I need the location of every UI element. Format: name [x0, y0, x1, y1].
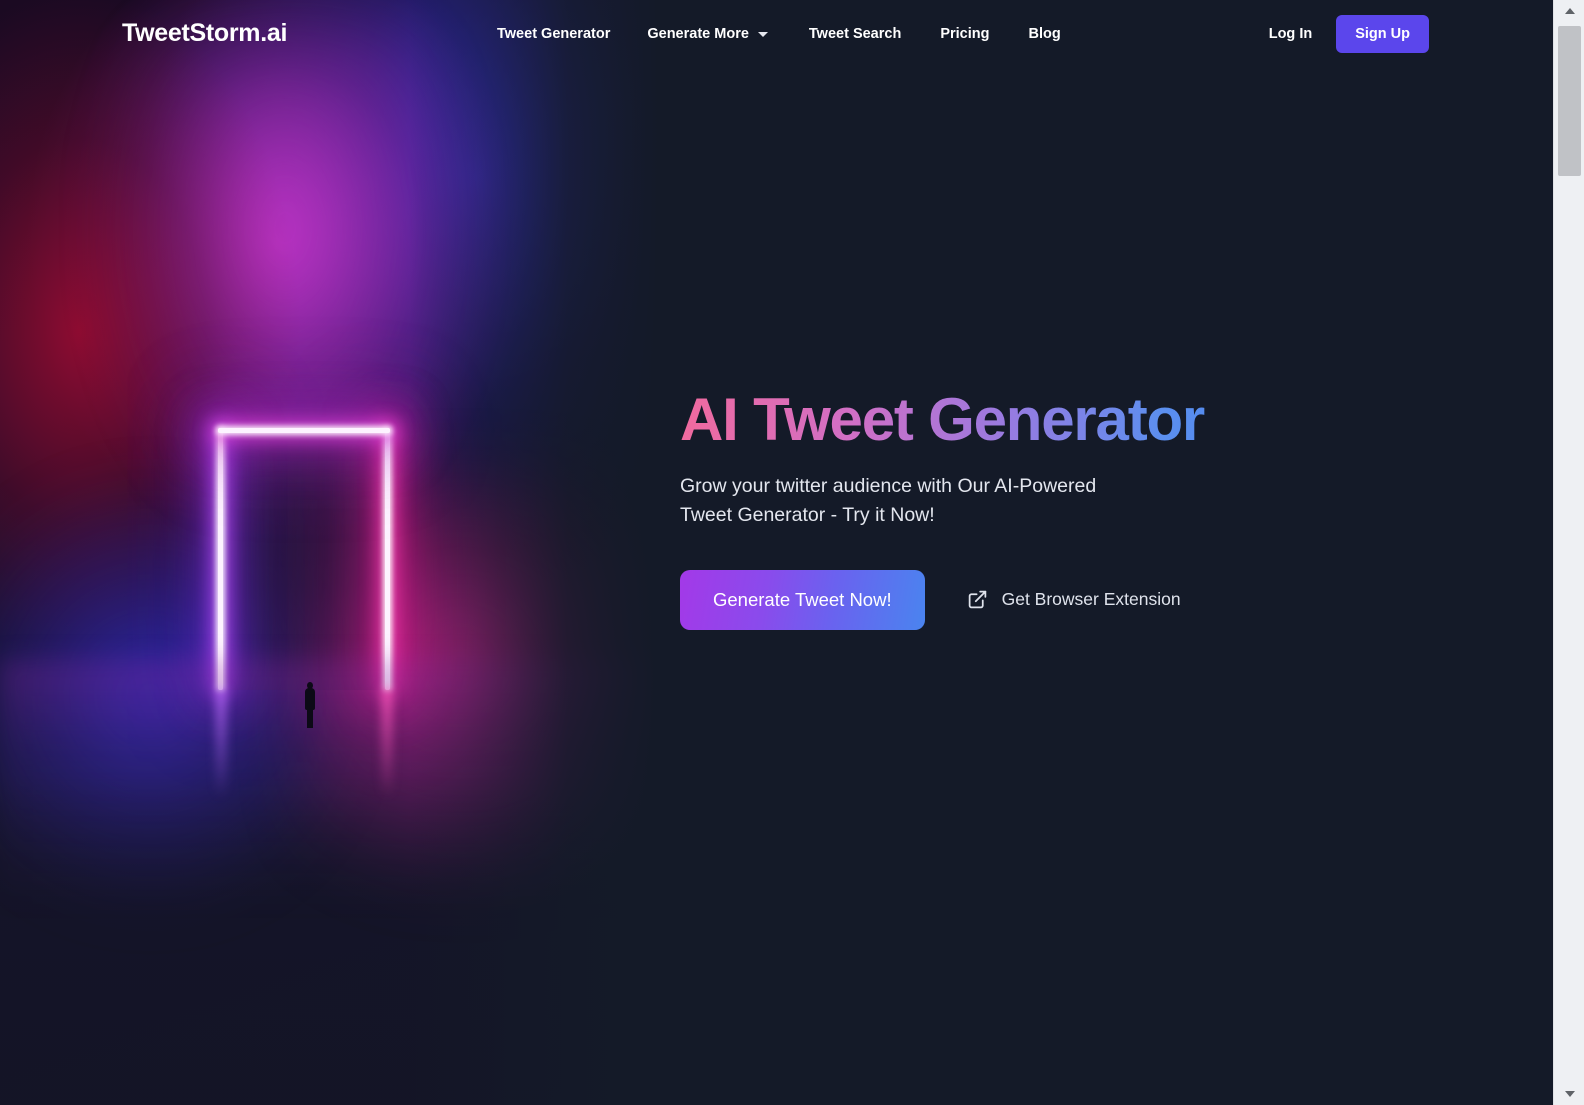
browser-viewport: TweetStorm.ai Tweet Generator Generate M… — [0, 0, 1584, 1105]
external-link-icon — [968, 591, 986, 609]
hero-section: AI Tweet Generator Grow your twitter aud… — [680, 386, 1300, 630]
portal-tube-right — [385, 428, 390, 690]
nav-item-generate-more[interactable]: Generate More — [647, 20, 768, 48]
artwork-magenta-plume — [120, 40, 450, 510]
artwork-pink-fog — [300, 470, 660, 890]
scroll-up-arrow-icon[interactable] — [1554, 0, 1584, 22]
neon-portal — [218, 428, 390, 690]
portal-interior — [218, 428, 390, 690]
generate-tweet-button[interactable]: Generate Tweet Now! — [680, 569, 925, 630]
signup-button[interactable]: Sign Up — [1336, 14, 1429, 53]
artwork-reflective-floor — [0, 660, 660, 910]
nav-item-tweet-generator[interactable]: Tweet Generator — [497, 20, 610, 48]
figure-head — [307, 682, 313, 689]
artwork-base-gradient — [0, 0, 660, 1105]
nav-item-pricing[interactable]: Pricing — [940, 20, 989, 48]
site-header: TweetStorm.ai Tweet Generator Generate M… — [0, 0, 1553, 67]
portal-reflection-right — [382, 688, 392, 798]
hero-subtitle: Grow your twitter audience with Our AI-P… — [680, 475, 1097, 526]
nav-label: Tweet Generator — [497, 25, 611, 42]
browser-extension-label: Get Browser Extension — [1001, 589, 1181, 610]
nav-item-tweet-search[interactable]: Tweet Search — [809, 20, 901, 48]
page-root: TweetStorm.ai Tweet Generator Generate M… — [0, 0, 1553, 1105]
silhouette-figure — [303, 682, 317, 728]
scroll-up-triangle — [1564, 8, 1575, 14]
figure-legs — [307, 708, 313, 728]
figure-body — [305, 688, 315, 710]
artwork-bottom-fade — [0, 775, 660, 1105]
primary-nav: Tweet Generator Generate More Tweet Sear… — [497, 20, 1061, 48]
hero-title: AI Tweet Generator — [680, 386, 1300, 454]
vertical-scrollbar[interactable] — [1553, 0, 1584, 1105]
nav-label: Blog — [1028, 25, 1061, 42]
hero-artwork — [0, 0, 660, 1105]
scroll-down-triangle — [1564, 1091, 1575, 1097]
scroll-down-arrow-icon[interactable] — [1554, 1083, 1584, 1105]
scrollbar-thumb[interactable] — [1558, 26, 1581, 176]
browser-extension-link[interactable]: Get Browser Extension — [967, 589, 1181, 610]
nav-item-blog[interactable]: Blog — [1028, 20, 1060, 48]
artwork-right-fade — [0, 0, 660, 1105]
artwork-blue-fog — [0, 480, 360, 910]
nav-label: Pricing — [940, 25, 990, 42]
portal-tube-top — [218, 428, 390, 433]
nav-label: Generate More — [647, 25, 749, 42]
portal-tube-left — [218, 428, 223, 690]
site-logo[interactable]: TweetStorm.ai — [122, 19, 287, 48]
header-actions: Log In Sign Up — [1269, 14, 1429, 53]
chevron-down-icon — [757, 32, 768, 37]
nav-label: Tweet Search — [808, 25, 902, 42]
login-link[interactable]: Log In — [1269, 26, 1313, 42]
portal-reflection-left — [216, 688, 226, 798]
hero-actions: Generate Tweet Now! Get Browser Extensio… — [680, 569, 1300, 630]
